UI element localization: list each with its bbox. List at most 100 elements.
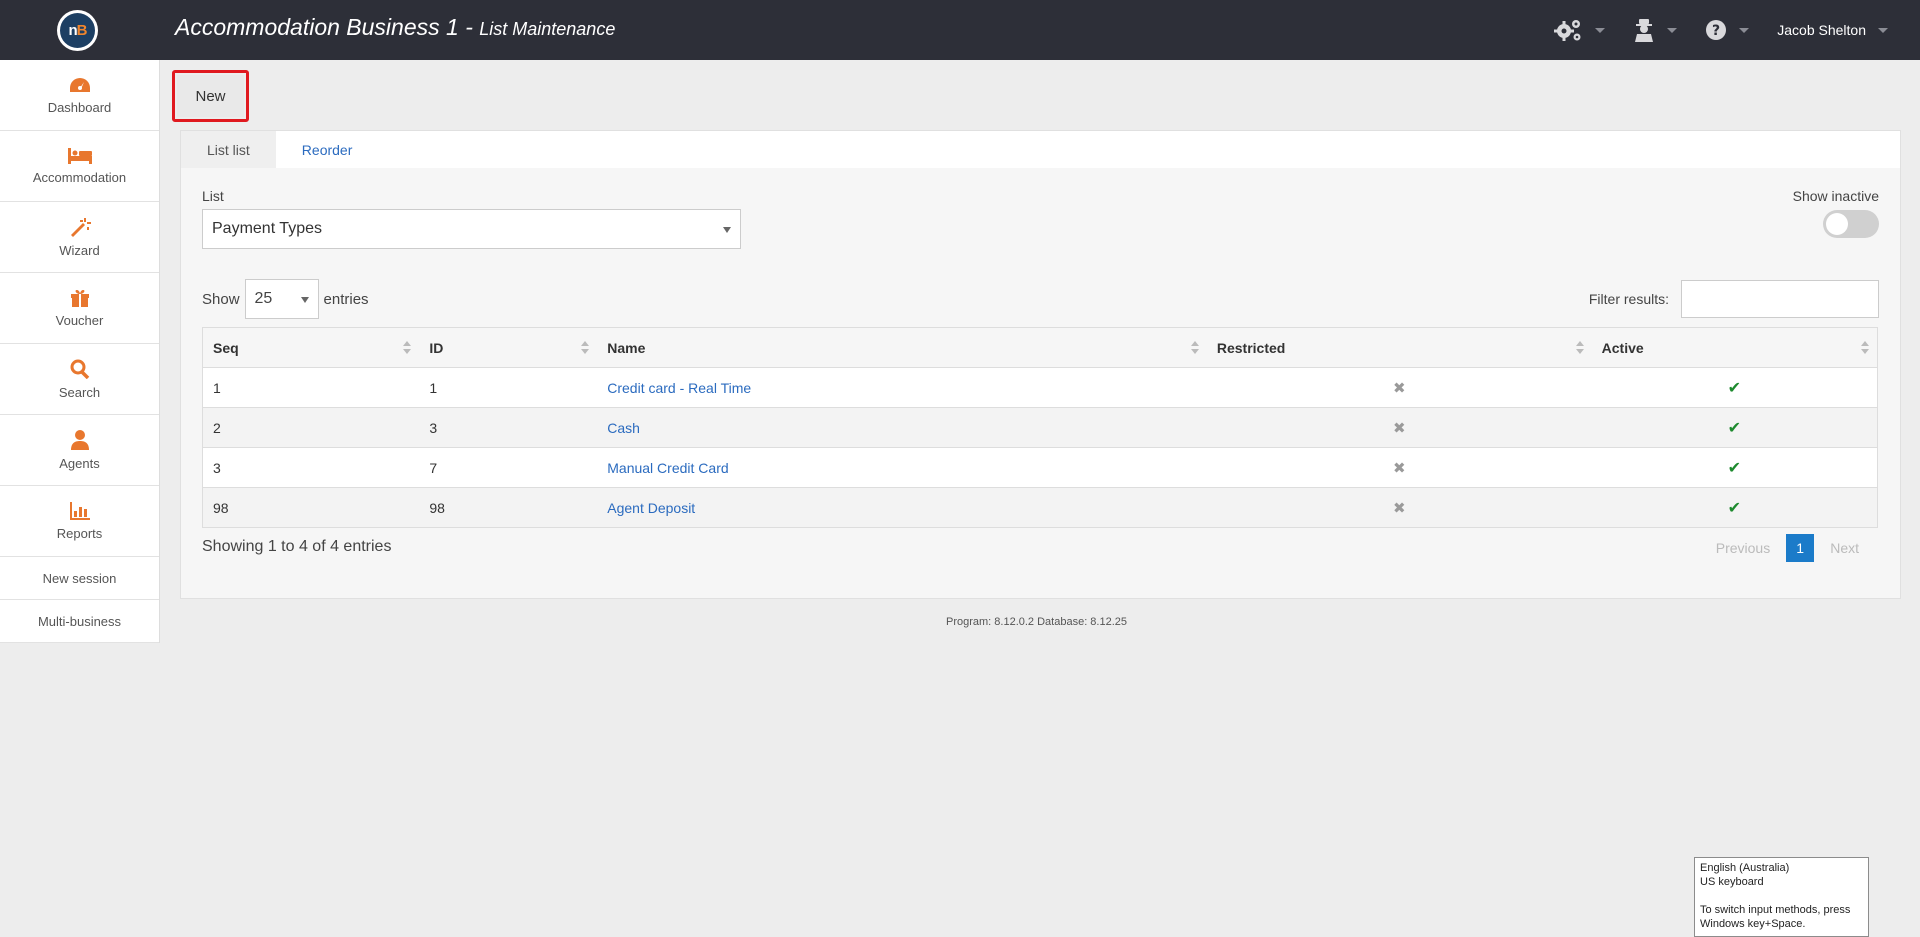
cell-id: 1: [419, 367, 598, 408]
sort-icon: [1575, 341, 1584, 355]
row-name-link[interactable]: Manual Credit Card: [607, 460, 728, 476]
version-info: Program: 8.12.0.2 Database: 8.12.25: [946, 616, 1128, 628]
tab-list-list[interactable]: List list: [181, 131, 276, 168]
sort-icon: [1861, 341, 1869, 355]
bar-chart-icon: [69, 501, 90, 520]
table-row: 2 3 Cash ✖ ✔: [202, 407, 1878, 448]
top-menu: ? Jacob Shelton: [1553, 0, 1920, 60]
cell-seq: 1: [202, 367, 420, 408]
row-name-link[interactable]: Cash: [607, 420, 640, 436]
sort-icon: [1190, 341, 1199, 355]
cell-seq: 2: [202, 407, 420, 448]
tab-reorder[interactable]: Reorder: [276, 131, 379, 168]
tab-bar: List list Reorder: [181, 131, 1900, 168]
sidebar-link-multi-business[interactable]: Multi-business: [0, 600, 159, 643]
cell-name: Cash: [597, 407, 1207, 448]
agent-icon: [1635, 19, 1654, 42]
cross-icon: ✖: [1392, 419, 1406, 437]
cell-name: Credit card - Real Time: [597, 367, 1207, 408]
entries-per-page-select[interactable]: 25: [244, 279, 319, 319]
show-inactive-toggle[interactable]: [1823, 210, 1879, 238]
table-header-row: Seq ID Name Restricted Active: [202, 327, 1878, 368]
sort-icon: [403, 341, 412, 355]
top-bar: nB Accommodation Business 1 - List Maint…: [0, 0, 1920, 60]
chevron-down-icon: [1878, 27, 1888, 33]
show-inactive-label: Show inactive: [1792, 188, 1879, 204]
table-row: 98 98 Agent Deposit ✖ ✔: [202, 487, 1878, 528]
user-menu[interactable]: Jacob Shelton: [1777, 22, 1888, 38]
page-title: Accommodation Business 1 - List Maintena…: [175, 14, 616, 40]
cell-restricted: ✖: [1206, 447, 1592, 488]
cell-seq: 98: [202, 487, 420, 528]
column-header-name[interactable]: Name: [597, 327, 1207, 368]
check-icon: ✔: [1727, 419, 1742, 437]
cell-restricted: ✖: [1206, 487, 1592, 528]
list-select-value: Payment Types: [212, 220, 322, 237]
sidebar-item-accommodation[interactable]: Accommodation: [0, 131, 159, 202]
filter-input[interactable]: [1681, 280, 1879, 318]
payment-types-table: Seq ID Name Restricted Active 1 1 Credit…: [202, 327, 1878, 528]
sidebar-item-agents[interactable]: Agents: [0, 415, 159, 486]
input-method-tooltip: English (Australia) US keyboard To switc…: [1694, 857, 1869, 937]
sidebar-link-new-session[interactable]: New session: [0, 557, 159, 600]
cell-id: 3: [419, 407, 598, 448]
dropdown-arrow-icon: [300, 297, 309, 303]
table-row: 3 7 Manual Credit Card ✖ ✔: [202, 447, 1878, 488]
dropdown-arrow-icon: [723, 227, 731, 233]
gears-icon: [1554, 20, 1581, 41]
show-entries: Show 25 entries: [202, 279, 369, 319]
svg-text:?: ?: [1712, 23, 1720, 39]
toggle-knob: [1826, 213, 1848, 235]
list-panel: List list Reorder List Payment Types Sho…: [180, 130, 1901, 599]
pagination-previous[interactable]: Previous: [1706, 540, 1780, 556]
user-icon: [70, 429, 89, 450]
list-label: List: [202, 188, 224, 204]
cell-active: ✔: [1591, 407, 1878, 448]
sidebar-item-search[interactable]: Search: [0, 344, 159, 415]
column-header-active[interactable]: Active: [1591, 327, 1878, 368]
cell-restricted: ✖: [1206, 407, 1592, 448]
sidebar: Dashboard Accommodation Wizard Voucher S…: [0, 60, 160, 643]
agent-menu[interactable]: [1633, 18, 1678, 42]
column-header-seq[interactable]: Seq: [202, 327, 420, 368]
sort-icon: [581, 341, 590, 355]
bed-icon: [67, 147, 92, 164]
cell-name: Manual Credit Card: [597, 447, 1207, 488]
cell-active: ✔: [1591, 447, 1878, 488]
pagination: Previous 1 Next: [1706, 534, 1869, 562]
entries-select-value: 25: [254, 290, 273, 307]
pagination-next[interactable]: Next: [1820, 540, 1869, 556]
sidebar-item-dashboard[interactable]: Dashboard: [0, 60, 159, 131]
row-name-link[interactable]: Credit card - Real Time: [607, 380, 751, 396]
sidebar-item-voucher[interactable]: Voucher: [0, 273, 159, 344]
cell-name: Agent Deposit: [597, 487, 1207, 528]
filter-label: Filter results:: [1588, 291, 1669, 307]
app-logo[interactable]: nB: [57, 10, 98, 51]
dashboard-icon: [69, 77, 90, 92]
row-name-link[interactable]: Agent Deposit: [607, 500, 695, 516]
help-menu[interactable]: ?: [1705, 19, 1750, 41]
new-button[interactable]: New: [177, 75, 244, 117]
check-icon: ✔: [1727, 499, 1742, 517]
sidebar-item-reports[interactable]: Reports: [0, 486, 159, 557]
entries-label: entries: [323, 290, 369, 308]
wand-icon: [70, 217, 91, 237]
table-row: 1 1 Credit card - Real Time ✖ ✔: [202, 367, 1878, 408]
cell-active: ✔: [1591, 487, 1878, 528]
filter-results: Filter results:: [1589, 280, 1879, 318]
cell-seq: 3: [202, 447, 420, 488]
cross-icon: ✖: [1392, 459, 1406, 477]
column-header-restricted[interactable]: Restricted: [1206, 327, 1592, 368]
cell-id: 98: [419, 487, 598, 528]
settings-menu[interactable]: [1553, 18, 1606, 42]
cross-icon: ✖: [1392, 499, 1406, 517]
pagination-page-1[interactable]: 1: [1786, 534, 1815, 562]
list-select[interactable]: Payment Types: [202, 209, 741, 249]
gift-icon: [70, 289, 89, 307]
chevron-down-icon: [1667, 27, 1678, 33]
check-icon: ✔: [1727, 379, 1742, 397]
search-icon: [70, 359, 89, 379]
sidebar-item-wizard[interactable]: Wizard: [0, 202, 159, 273]
column-header-id[interactable]: ID: [419, 327, 598, 368]
help-icon: ?: [1706, 20, 1727, 40]
